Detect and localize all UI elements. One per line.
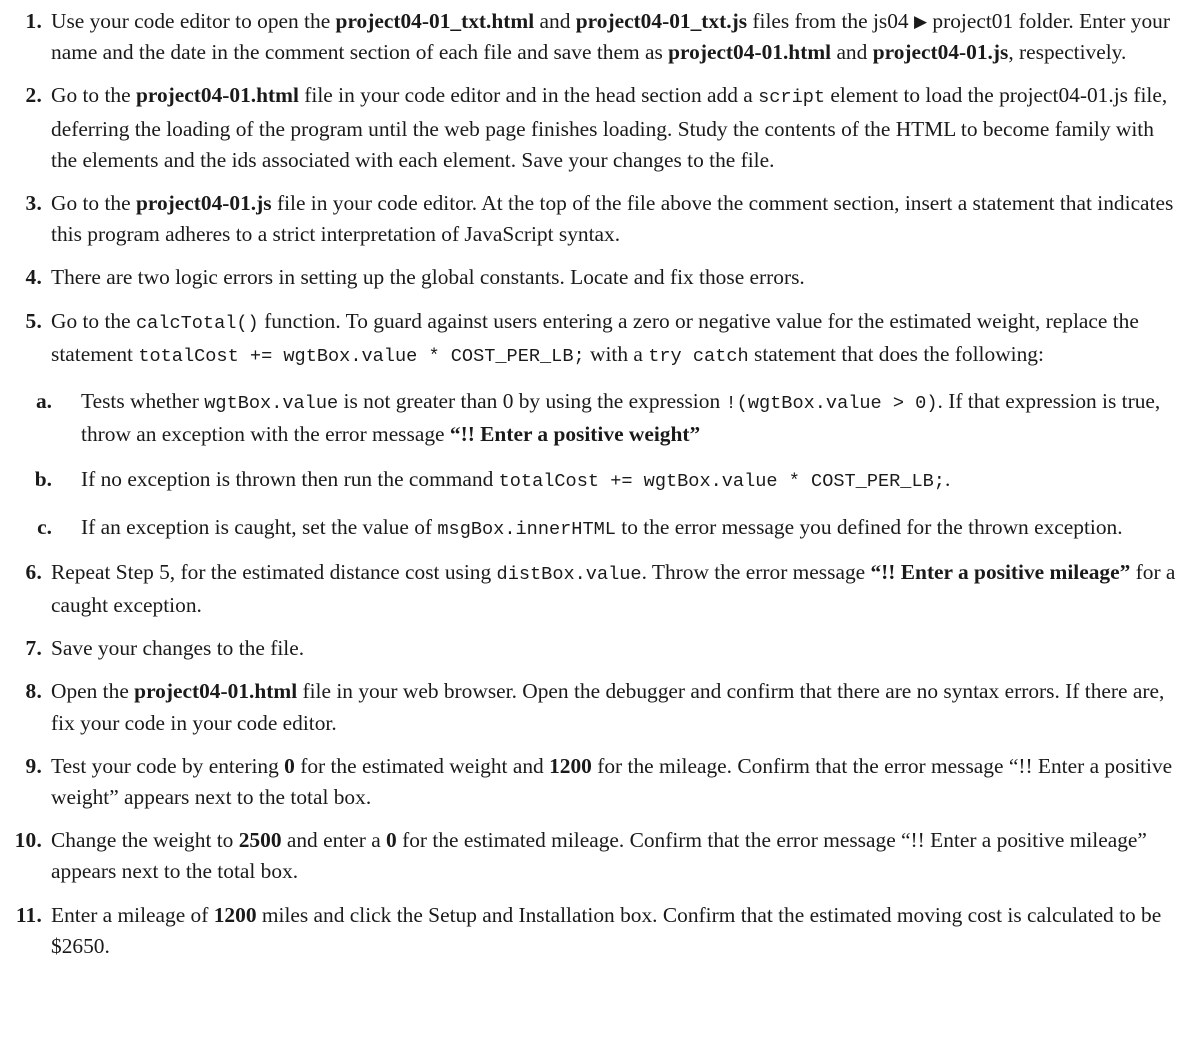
folder-separator-arrow-icon: ▶ [913,12,928,32]
error-message-quote: “!! Enter a positive mileage” [870,559,1131,584]
step-number: 2. [25,83,42,108]
step-number: 6. [25,559,42,584]
substep-letter: b. [34,467,52,492]
body-text: Change the weight to [51,828,239,853]
step-number: 9. [25,753,42,778]
body-text: Go to the [51,83,136,108]
step-text: Repeat Step 5, for the estimated distanc… [51,560,1175,617]
list-item: 11. Enter a mileage of 1200 miles and cli… [8,900,1182,962]
sublist-item: c. If an exception is caught, set the val… [37,512,1182,545]
emphasis-text: project04-01.html [668,40,832,65]
list-item: 5. Go to the calcTotal() function. To gua… [8,306,1182,545]
body-text: . [944,467,951,492]
body-text: to the error message you defined for the… [615,514,1123,539]
body-text: Enter a mileage of [51,902,214,927]
body-text: and [534,9,576,33]
body-text: for the estimated weight and [294,753,550,778]
step-number: 11. [15,902,42,927]
sublist-item: a. Tests whether wgtBox.value is not grea… [36,386,1182,450]
list-item: 1. Use your code editor to open the proje… [8,6,1182,68]
sublist-item: b. If no exception is thrown then run the… [35,464,1182,497]
step-number: 10. [14,828,42,853]
body-text: Test your code by entering [51,753,285,778]
step-text: Change the weight to 2500 and enter a 0 … [51,828,1147,883]
inline-code: totalCost += wgtBox.value * COST_PER_LB; [138,345,585,367]
list-item: 2. Go to the project04-01.html file in yo… [8,80,1182,176]
inline-code: calcTotal() [135,312,259,334]
inline-code: script [758,87,826,109]
emphasis-text: project04-01_txt.html [335,9,535,33]
inline-code: totalCost += wgtBox.value * COST_PER_LB; [498,471,945,493]
body-text: . Throw the error message [641,559,871,584]
list-item: 8. Open the project04-01.html file in you… [8,676,1182,738]
substep-text: If no exception is thrown then run the c… [81,467,951,493]
step-number: 4. [25,265,42,290]
error-message-quote: “!! Enter a positive weight” [449,422,701,447]
step-text: Go to the project04-01.html file in your… [51,83,1167,171]
body-text: Use your code editor to open the [51,9,336,33]
emphasis-text: project04-01.html [134,679,298,704]
list-item: 7. Save your changes to the file. [8,633,1182,664]
substep-text: Tests whether wgtBox.value is not greate… [81,389,1160,446]
emphasis-text: 0 [386,828,397,853]
emphasis-text: project04-01.js [135,191,272,216]
body-text: files from the js04 [747,9,914,33]
inline-code: wgtBox.value [204,393,339,415]
step-number: 1. [25,9,42,33]
emphasis-text: 2500 [238,828,282,853]
list-item: 6. Repeat Step 5, for the estimated dista… [8,557,1182,621]
body-text: and [831,40,873,65]
step-number: 3. [25,191,42,216]
inline-code: distBox.value [496,563,642,585]
substep-text: If an exception is caught, set the value… [81,514,1123,540]
body-text: Save your changes to the file. [51,636,305,661]
substep-letter: a. [35,389,52,414]
step-text: Save your changes to the file. [51,636,304,660]
step-number: 8. [25,679,42,704]
step-number: 5. [25,308,42,333]
emphasis-text: 1200 [549,753,592,778]
substep-list: a. Tests whether wgtBox.value is not grea… [35,386,1182,545]
step-text: Test your code by entering 0 for the est… [51,754,1172,809]
body-text: Open the [51,679,135,704]
emphasis-text: project04-01.js [872,40,1009,65]
body-text: Tests whether [81,389,205,414]
body-text: statement that does the following: [748,341,1044,366]
body-text: with a [584,341,649,366]
step-text: There are two logic errors in setting up… [51,265,805,289]
step-text: Go to the calcTotal() function. To guard… [51,308,1139,367]
list-item: 3. Go to the project04-01.js file in your… [8,188,1182,250]
inline-code: msgBox.innerHTML [437,518,616,540]
body-text: Go to the [51,308,136,333]
emphasis-text: 1200 [213,902,257,927]
body-text: There are two logic errors in setting up… [51,265,805,290]
body-text: If no exception is thrown then run the c… [81,467,499,492]
step-number: 7. [25,636,42,661]
body-text: Go to the [51,191,136,216]
emphasis-text: project04-01.html [135,83,299,108]
inline-code: try catch [648,345,749,367]
step-text: Open the project04-01.html file in your … [51,679,1164,734]
substep-letter: c. [37,514,52,539]
body-text: is not greater than 0 by using the expre… [338,389,726,414]
inline-code: !(wgtBox.value > 0) [725,393,938,415]
list-item: 10. Change the weight to 2500 and enter a… [8,825,1182,887]
step-text: Use your code editor to open the project… [51,9,1170,64]
body-text: and enter a [281,828,387,853]
step-list: 1. Use your code editor to open the proje… [8,6,1182,962]
emphasis-text: project04-01_txt.js [575,9,748,33]
body-text: Repeat Step 5, for the estimated distanc… [51,559,497,584]
body-text: , respectively. [1008,40,1127,65]
emphasis-text: 0 [284,753,295,778]
body-text: If an exception is caught, set the value… [81,514,438,539]
list-item: 9. Test your code by entering 0 for the e… [8,751,1182,813]
step-text: Go to the project04-01.js file in your c… [51,191,1173,246]
step-text: Enter a mileage of 1200 miles and click … [51,903,1161,958]
instructions-document: 1. Use your code editor to open the proje… [0,0,1200,962]
list-item: 4. There are two logic errors in setting … [8,262,1182,293]
body-text: file in your code editor and in the head… [298,83,759,108]
